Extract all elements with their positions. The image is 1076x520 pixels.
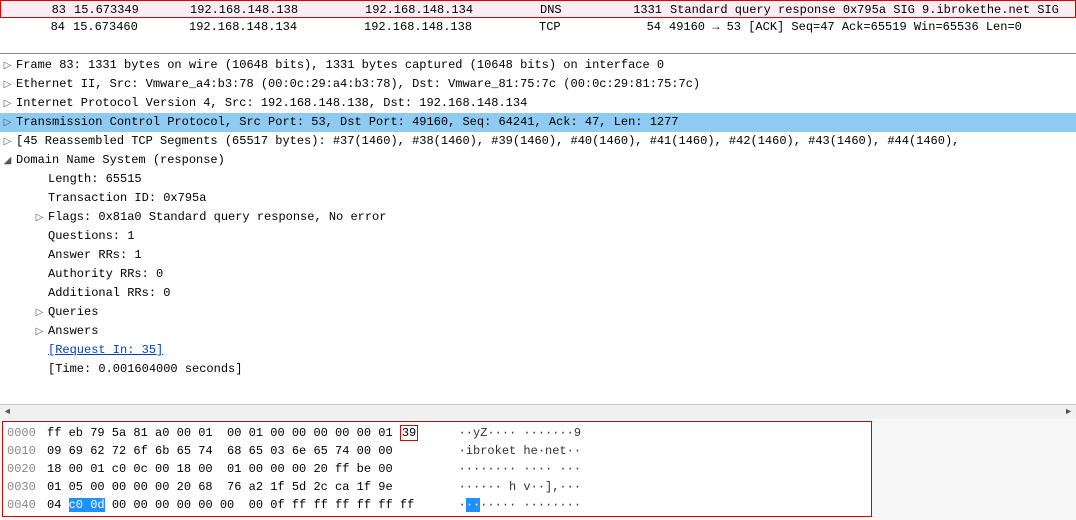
hex-bytes: 01 05 00 00 00 00 20 68 76 a2 1f 5d 2c c… — [47, 478, 437, 496]
packet-row[interactable]: 8415.673460192.168.148.134192.168.148.13… — [0, 18, 1076, 36]
scroll-left-icon[interactable]: ◄ — [0, 405, 15, 420]
tree-label: Questions: 1 — [48, 227, 134, 245]
tree-label: Length: 65515 — [48, 170, 142, 188]
tree-label: Flags: 0x81a0 Standard query response, N… — [48, 208, 386, 226]
packet-col-no: 83 — [26, 2, 74, 16]
tree-row[interactable]: ◢Domain Name System (response) — [0, 151, 1076, 170]
tree-label: Transmission Control Protocol, Src Port:… — [16, 113, 679, 131]
hex-content: 0000ff eb 79 5a 81 a0 00 01 00 01 00 00 … — [2, 421, 872, 517]
packet-col-length: 54 — [609, 19, 669, 35]
hex-marked-byte: 39 — [400, 425, 418, 441]
hex-row[interactable]: 004004 c0 0d 00 00 00 00 00 00 00 0f ff … — [7, 496, 867, 514]
packet-col-dest: 192.168.148.138 — [364, 19, 539, 35]
hex-offset: 0010 — [7, 442, 47, 460]
scroll-right-icon[interactable]: ► — [1061, 405, 1076, 420]
details-tree-pane[interactable]: ▷Frame 83: 1331 bytes on wire (10648 bit… — [0, 54, 1076, 404]
tree-label: Internet Protocol Version 4, Src: 192.16… — [16, 94, 527, 112]
packet-col-no: 84 — [25, 19, 73, 35]
packet-col-protocol: TCP — [539, 19, 609, 35]
tree-row[interactable]: ▷Queries — [0, 303, 1076, 322]
details-hscroll[interactable]: ◄ ► — [0, 404, 1076, 419]
hex-row[interactable]: 001009 69 62 72 6f 6b 65 74 68 65 03 6e … — [7, 442, 867, 460]
packet-list-pane[interactable]: 8315.673349192.168.148.138192.168.148.13… — [0, 0, 1076, 54]
tree-row[interactable]: ▷Additional RRs: 0 — [0, 284, 1076, 303]
hex-bytes: 04 c0 0d 00 00 00 00 00 00 00 0f ff ff f… — [47, 496, 437, 514]
tree-row[interactable]: ▷Ethernet II, Src: Vmware_a4:b3:78 (00:0… — [0, 75, 1076, 94]
tree-label: Answer RRs: 1 — [48, 246, 142, 264]
packet-col-protocol: DNS — [540, 2, 610, 16]
hex-ascii: ·ibroket he·net·· — [459, 442, 789, 460]
toggle-closed-icon[interactable]: ▷ — [2, 57, 13, 75]
tree-row[interactable]: ▷[45 Reassembled TCP Segments (65517 byt… — [0, 132, 1076, 151]
tree-row[interactable]: ▷Authority RRs: 0 — [0, 265, 1076, 284]
hex-ascii: ··yZ···· ·······9 — [459, 424, 789, 442]
tree-row[interactable]: ▷[Request In: 35] — [0, 341, 1076, 360]
request-link[interactable]: [Request In: 35] — [48, 343, 163, 357]
tree-row[interactable]: ▷Transaction ID: 0x795a — [0, 189, 1076, 208]
tree-row[interactable]: ▷Length: 65515 — [0, 170, 1076, 189]
toggle-open-icon[interactable]: ◢ — [2, 152, 13, 170]
packet-col-time: 15.673460 — [73, 19, 189, 35]
packet-col-info: Standard query response 0x795a SIG 9.ibr… — [670, 2, 1075, 16]
hex-row[interactable]: 002018 00 01 c0 0c 00 18 00 01 00 00 00 … — [7, 460, 867, 478]
hex-bytes: ff eb 79 5a 81 a0 00 01 00 01 00 00 00 0… — [47, 424, 437, 442]
tree-label: [45 Reassembled TCP Segments (65517 byte… — [16, 132, 959, 150]
hex-bytes: 09 69 62 72 6f 6b 65 74 68 65 03 6e 65 7… — [47, 442, 437, 460]
tree-row[interactable]: ▷Answers — [0, 322, 1076, 341]
hex-ascii: ······ h v··],··· — [459, 478, 789, 496]
tree-row[interactable]: ▷Transmission Control Protocol, Src Port… — [0, 113, 1076, 132]
hex-selection: c0 0d — [69, 498, 105, 512]
tree-label: Queries — [48, 303, 98, 321]
hex-offset: 0000 — [7, 424, 47, 442]
tree-row[interactable]: ▷Flags: 0x81a0 Standard query response, … — [0, 208, 1076, 227]
tree-label: [Time: 0.001604000 seconds] — [48, 360, 242, 378]
toggle-closed-icon[interactable]: ▷ — [2, 133, 13, 151]
toggle-closed-icon[interactable]: ▷ — [34, 304, 45, 322]
packet-col-source: 192.168.148.134 — [189, 19, 364, 35]
hex-dump-pane[interactable]: 0000ff eb 79 5a 81 a0 00 01 00 01 00 00 … — [0, 419, 1076, 520]
tree-label: Transaction ID: 0x795a — [48, 189, 206, 207]
packet-col-dest: 192.168.148.134 — [365, 2, 540, 16]
hex-bytes: 18 00 01 c0 0c 00 18 00 01 00 00 00 20 f… — [47, 460, 437, 478]
hex-offset: 0030 — [7, 478, 47, 496]
hex-row[interactable]: 003001 05 00 00 00 00 20 68 76 a2 1f 5d … — [7, 478, 867, 496]
hex-offset: 0020 — [7, 460, 47, 478]
toggle-closed-icon[interactable]: ▷ — [34, 209, 45, 227]
toggle-closed-icon[interactable]: ▷ — [2, 76, 13, 94]
tree-row[interactable]: ▷[Time: 0.001604000 seconds] — [0, 360, 1076, 379]
tree-label: Frame 83: 1331 bytes on wire (10648 bits… — [16, 56, 664, 74]
tree-row[interactable]: ▷Frame 83: 1331 bytes on wire (10648 bit… — [0, 56, 1076, 75]
packet-col-length: 1331 — [610, 2, 670, 16]
packet-row[interactable]: 8315.673349192.168.148.138192.168.148.13… — [0, 0, 1076, 18]
packet-col-source: 192.168.148.138 — [190, 2, 365, 16]
hex-ascii: ········ ········ — [459, 496, 789, 514]
tree-row[interactable]: ▷Internet Protocol Version 4, Src: 192.1… — [0, 94, 1076, 113]
tree-label: Additional RRs: 0 — [48, 284, 170, 302]
tree-label: Answers — [48, 322, 98, 340]
tree-label: Ethernet II, Src: Vmware_a4:b3:78 (00:0c… — [16, 75, 700, 93]
toggle-closed-icon[interactable]: ▷ — [2, 95, 13, 113]
toggle-closed-icon[interactable]: ▷ — [34, 323, 45, 341]
packet-col-info: 49160 → 53 [ACK] Seq=47 Ack=65519 Win=65… — [669, 19, 1076, 35]
packet-col-time: 15.673349 — [74, 2, 190, 16]
hex-offset: 0040 — [7, 496, 47, 514]
tree-row[interactable]: ▷Questions: 1 — [0, 227, 1076, 246]
tree-label: Domain Name System (response) — [16, 151, 225, 169]
toggle-closed-icon[interactable]: ▷ — [2, 114, 13, 132]
tree-row[interactable]: ▷Answer RRs: 1 — [0, 246, 1076, 265]
hex-row[interactable]: 0000ff eb 79 5a 81 a0 00 01 00 01 00 00 … — [7, 424, 867, 442]
hex-ascii: ········ ···· ··· — [459, 460, 789, 478]
tree-label: Authority RRs: 0 — [48, 265, 163, 283]
